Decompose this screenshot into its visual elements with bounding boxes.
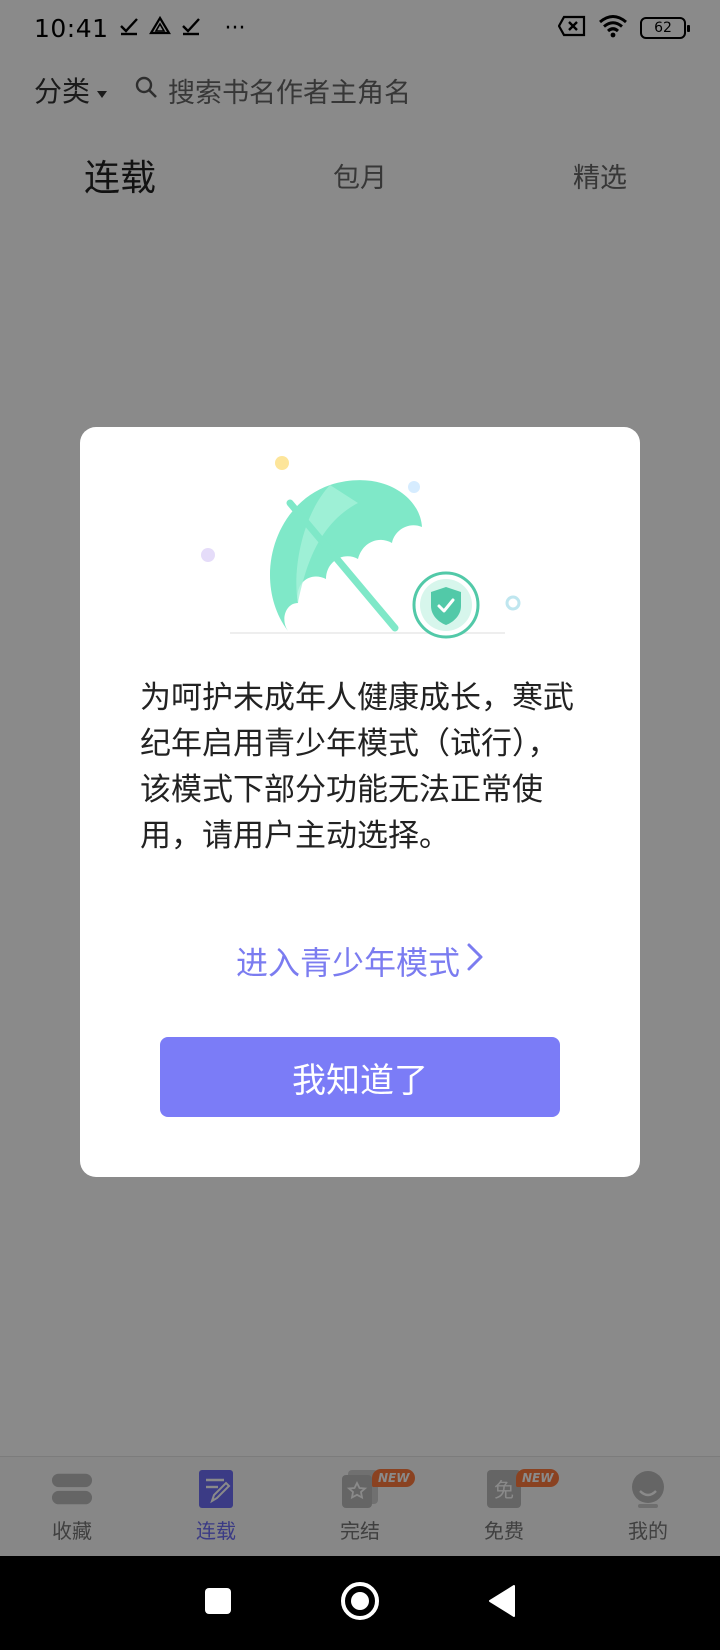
umbrella-shield-illustration	[180, 443, 540, 643]
teen-mode-link-label: 进入青少年模式	[235, 944, 460, 982]
back-button[interactable]	[487, 1584, 517, 1622]
dialog-message: 为呵护未成年人健康成长，寒武纪年启用青少年模式（试行），该模式下部分功能无法正常…	[140, 680, 574, 854]
got-it-button[interactable]: 我知道了	[160, 1037, 560, 1117]
teen-mode-dialog: 为呵护未成年人健康成长，寒武纪年启用青少年模式（试行），该模式下部分功能无法正常…	[80, 427, 640, 1177]
system-nav-bar	[0, 1556, 720, 1650]
chevron-right-icon	[466, 942, 484, 980]
home-button[interactable]	[339, 1580, 381, 1626]
enter-teen-mode-link[interactable]: 进入青少年模式	[80, 939, 640, 983]
recent-apps-button[interactable]	[203, 1586, 233, 1620]
